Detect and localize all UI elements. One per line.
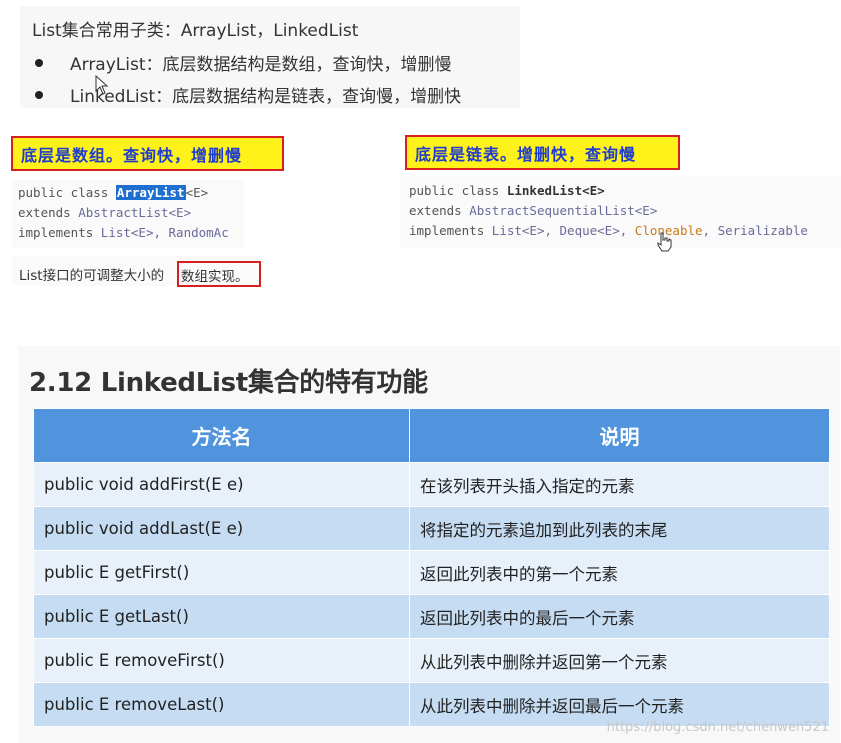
method-cell: public E getLast(): [33, 594, 410, 639]
arraylist-desc-highlight: 数组实现。: [177, 261, 261, 287]
code-keyword: implements: [409, 223, 492, 238]
header-method-name: 方法名: [33, 408, 410, 463]
arraylist-desc-text: List接口的可调整大小的: [19, 268, 165, 284]
section-title: 2.12 LinkedList集合的特有功能: [29, 368, 428, 398]
code-keyword: extends: [18, 205, 79, 220]
linkedlist-callout: 底层是链表。增删快，查询慢: [405, 135, 680, 170]
bullet-arraylist: ArrayList：底层数据结构是数组，查询快，增删慢: [32, 50, 452, 75]
methods-table: 方法名 说明 public void addFirst(E e) 在该列表开头插…: [33, 408, 830, 727]
linkedlist-callout-text: 底层是链表。增删快，查询慢: [415, 144, 637, 164]
code-keyword: public class: [409, 183, 507, 198]
table-row: public void addFirst(E e) 在该列表开头插入指定的元素: [33, 462, 830, 507]
method-cell: public void addLast(E e): [33, 506, 410, 551]
watermark: https://blog.csdn.net/chenwen521: [606, 720, 829, 735]
arraylist-callout: 底层是数组。查询快，增删慢: [11, 136, 284, 171]
code-generic: <E>: [185, 185, 209, 200]
code-keyword: public class: [18, 185, 116, 200]
method-cell: public void addFirst(E e): [33, 462, 410, 507]
description-cell: 返回此列表中的第一个元素: [409, 550, 830, 595]
code-type: List<E>, Deque<E>,: [491, 223, 635, 238]
method-cell: public E removeFirst(): [33, 638, 410, 683]
description-cell: 在该列表开头插入指定的元素: [409, 462, 830, 507]
mouse-pointer-icon: [95, 75, 109, 95]
code-type: AbstractList<E>: [78, 205, 192, 220]
arraylist-code-line-2: extends AbstractList<E>: [18, 203, 191, 223]
bullet-text: ArrayList：底层数据结构是数组，查询快，增删慢: [70, 55, 452, 75]
code-type: , Serializable: [702, 223, 808, 238]
method-cell: public E getFirst(): [33, 550, 410, 595]
linkedlist-class-name: LinkedList<E>: [506, 183, 605, 198]
table-row: public E getFirst() 返回此列表中的第一个元素: [33, 550, 830, 595]
table-header-row: 方法名 说明: [33, 408, 830, 463]
bullet-text: LinkedList：底层数据结构是链表，查询慢，增删快: [70, 87, 462, 107]
code-keyword: implements: [18, 225, 101, 240]
arraylist-code-line-3: implements List<E>, RandomAc: [18, 223, 244, 243]
hand-pointer-icon: [657, 232, 672, 252]
table-row: public E removeFirst() 从此列表中删除并返回第一个元素: [33, 638, 830, 683]
arraylist-desc: List接口的可调整大小的: [19, 264, 164, 284]
method-cell: public E removeLast(): [33, 682, 410, 727]
arraylist-callout-text: 底层是数组。查询快，增删慢: [21, 145, 243, 165]
bullet-dot-icon: [35, 90, 43, 99]
table-row: public E getLast() 返回此列表中的最后一个元素: [33, 594, 830, 639]
description-cell: 从此列表中删除并返回第一个元素: [409, 638, 830, 683]
code-type: List<E>, RandomAc: [100, 225, 229, 240]
arraylist-class-name: ArrayList: [115, 185, 186, 200]
linkedlist-code-line-3: implements List<E>, Deque<E>, Cloneable,…: [409, 221, 841, 241]
description-cell: 返回此列表中的最后一个元素: [409, 594, 830, 639]
intro-title: List集合常用子类：ArrayList，LinkedList: [32, 21, 359, 41]
description-cell: 将指定的元素追加到此列表的末尾: [409, 506, 830, 551]
linkedlist-code-line-2: extends AbstractSequentialList<E>: [409, 201, 657, 221]
bullet-dot-icon: [35, 58, 43, 67]
header-description: 说明: [409, 408, 830, 463]
arraylist-code-line-1: public class ArrayList<E>: [18, 183, 208, 203]
table-row: public void addLast(E e) 将指定的元素追加到此列表的末尾: [33, 506, 830, 551]
code-type: AbstractSequentialList<E>: [469, 203, 658, 218]
arraylist-desc-boxed-text: 数组实现。: [181, 269, 249, 285]
code-keyword: extends: [409, 203, 470, 218]
linkedlist-code-line-1: public class LinkedList<E>: [409, 181, 605, 201]
